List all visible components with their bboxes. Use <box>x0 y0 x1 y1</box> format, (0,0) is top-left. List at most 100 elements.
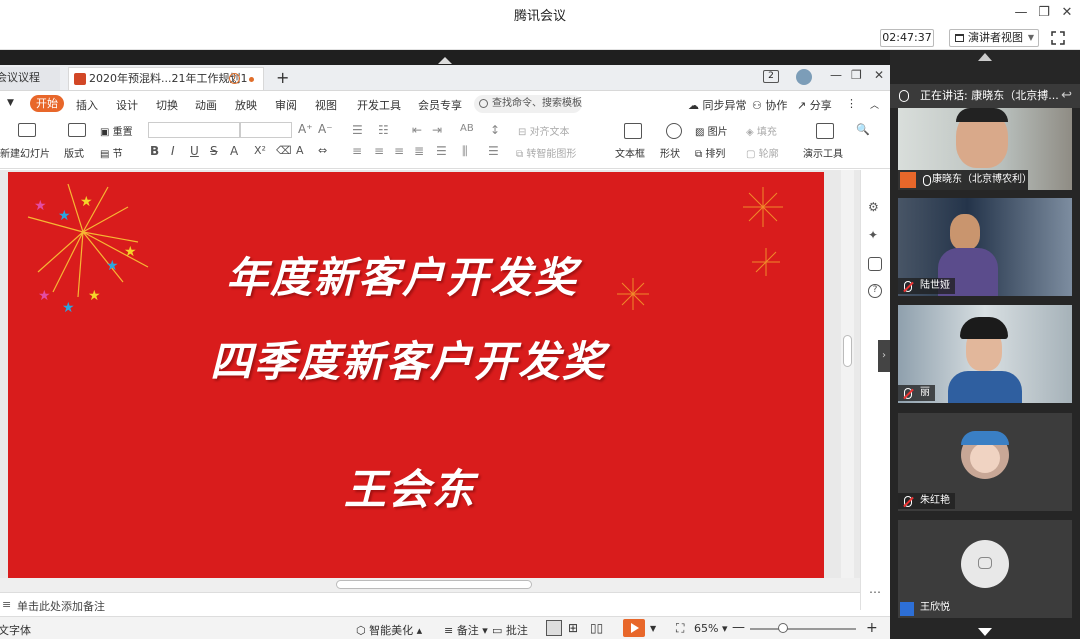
menu-transitions[interactable]: 切换 <box>156 97 178 113</box>
outline-button[interactable]: ▢ 轮廓 <box>746 145 779 160</box>
indent-icon[interactable]: ⇤ <box>412 123 422 137</box>
presenter-tools-button[interactable]: 演示工具 <box>803 145 843 160</box>
section-button[interactable]: ▤ 节 <box>100 145 123 160</box>
more-icon[interactable]: ⋯ <box>869 585 881 599</box>
align-text-button[interactable]: ⊟ 对齐文本 <box>518 123 570 138</box>
restore-button[interactable]: ❐ <box>1035 4 1053 22</box>
distribute-icon[interactable]: ☰ <box>436 144 447 158</box>
add-tab-button[interactable]: + <box>276 68 289 87</box>
new-slide-button[interactable]: 新建幻灯片 <box>0 145 50 160</box>
new-slide-icon[interactable] <box>18 123 36 137</box>
command-search[interactable]: 查找命令、搜索模板 <box>474 95 582 113</box>
line-spacing-icon[interactable]: ↕ <box>490 123 500 137</box>
underline-icon[interactable]: U <box>190 144 199 158</box>
wps-restore-button[interactable]: ❐ <box>851 68 862 82</box>
zoom-slider[interactable] <box>750 628 856 630</box>
align-right-icon[interactable]: ≡ <box>394 144 404 158</box>
wps-close-button[interactable]: ✕ <box>874 68 884 82</box>
number-list-icon[interactable]: ☷ <box>378 123 389 137</box>
justify-icon[interactable]: ≣ <box>414 144 424 158</box>
font-size-select[interactable] <box>240 122 292 138</box>
tab-current-presentation[interactable]: 2020年预混料...21年工作规划1 ! <box>68 67 264 90</box>
presenter-view-dropdown[interactable]: 演讲者视图 ▼ <box>949 29 1039 47</box>
font-name-select[interactable] <box>148 122 240 138</box>
beautify-button[interactable]: ⬡ 智能美化 ▴ <box>356 622 422 638</box>
fit-window-icon[interactable]: ⛶ <box>676 621 684 636</box>
fullscreen-icon[interactable] <box>1051 31 1065 45</box>
shape-button[interactable]: 形状 <box>660 145 680 160</box>
notes-toggle-icon[interactable]: ≡ <box>2 598 11 611</box>
menu-toggle-icon[interactable]: ▼ <box>7 98 14 108</box>
window-count-badge[interactable]: 2 <box>763 70 779 83</box>
zoom-out-button[interactable]: — <box>732 620 745 635</box>
menu-review[interactable]: 审阅 <box>275 97 297 113</box>
decrease-font-icon[interactable]: A⁻ <box>318 122 333 136</box>
wps-minimize-button[interactable]: — <box>830 68 842 82</box>
menu-view[interactable]: 视图 <box>315 97 337 113</box>
more-menu-icon[interactable]: ⋮ <box>846 97 857 110</box>
help-icon[interactable]: ? <box>868 284 882 298</box>
tab-agenda[interactable]: 会议议程 <box>0 67 60 90</box>
superscript-icon[interactable]: X² <box>254 144 266 157</box>
play-options-chevron-icon[interactable]: ▼ <box>650 624 656 633</box>
vertical-scroll-thumb[interactable] <box>843 335 852 367</box>
columns-icon[interactable]: ⫼ <box>462 144 468 159</box>
menu-member[interactable]: 会员专享 <box>418 97 462 113</box>
horizontal-scroll-thumb[interactable] <box>336 580 532 589</box>
bold-icon[interactable]: B <box>150 144 159 158</box>
strikethrough-icon[interactable]: S <box>210 144 218 158</box>
collapse-ribbon-icon[interactable]: ︿ <box>870 98 879 111</box>
char-spacing-icon[interactable]: ⇔ <box>318 144 327 157</box>
zoom-level[interactable]: 65% ▾ <box>694 622 727 635</box>
fill-button[interactable]: ◈ 填充 <box>746 123 777 138</box>
clear-format-icon[interactable]: ⌫ <box>276 144 292 157</box>
presenter-tools-icon[interactable] <box>816 123 834 139</box>
sync-status-button[interactable]: ☁ 同步异常 <box>688 97 747 113</box>
close-button[interactable]: ✕ <box>1058 4 1076 22</box>
notes-button[interactable]: ≡ 备注 ▾ <box>444 622 488 638</box>
menu-design[interactable]: 设计 <box>116 97 138 113</box>
paragraph-icon[interactable]: ☰ <box>488 144 499 158</box>
user-avatar[interactable] <box>796 69 812 85</box>
menu-start[interactable]: 开始 <box>30 95 64 112</box>
vertical-scrollbar[interactable] <box>841 170 854 585</box>
participant-video-tile[interactable]: 丽 <box>898 305 1072 403</box>
bullet-list-icon[interactable]: ☰ <box>352 123 363 137</box>
horizontal-scrollbar[interactable] <box>0 578 860 592</box>
menu-animations[interactable]: 动画 <box>195 97 217 113</box>
settings-sliders-icon[interactable]: ⚙ <box>868 200 882 214</box>
collaborate-button[interactable]: ⚇ 协作 <box>752 97 787 113</box>
smart-shape-button[interactable]: ⧉ 转智能图形 <box>516 145 576 160</box>
share-button[interactable]: ↗ 分享 <box>797 97 832 113</box>
copy-icon[interactable] <box>868 257 882 271</box>
reading-view-icon[interactable]: ▯▯ <box>590 621 603 635</box>
scroll-up-arrow-icon[interactable] <box>978 53 992 61</box>
text-direction-icon[interactable]: AB <box>460 123 474 134</box>
align-left-icon[interactable]: ≡ <box>352 144 362 158</box>
arrange-button[interactable]: ⧉ 排列 <box>695 145 725 160</box>
participant-video-tile[interactable]: 陆世娅 <box>898 198 1072 296</box>
participant-video-tile[interactable]: 康晓东（北京博农利） <box>898 108 1072 190</box>
participant-avatar-tile[interactable]: 朱红艳 <box>898 413 1072 511</box>
zoom-in-button[interactable]: + <box>866 620 878 636</box>
normal-view-icon[interactable] <box>546 620 562 636</box>
menu-slideshow[interactable]: 放映 <box>235 97 257 113</box>
slide-canvas[interactable]: ★ ★ ★ ★ ★ ★ ★ ★ 年度新客户开发奖 四季度新客户开发奖 王会东 <box>8 172 824 579</box>
align-center-icon[interactable]: ≡ <box>374 144 384 158</box>
find-icon[interactable]: 🔍 <box>856 123 870 136</box>
outdent-icon[interactable]: ⇥ <box>432 123 442 137</box>
collapse-panel-handle[interactable]: › <box>878 340 890 372</box>
back-icon[interactable]: ↩ <box>1061 84 1072 108</box>
picture-button[interactable]: ▨ 图片 <box>695 123 728 138</box>
zoom-slider-handle[interactable] <box>778 623 788 633</box>
italic-icon[interactable]: I <box>171 144 175 158</box>
menu-insert[interactable]: 插入 <box>76 97 98 113</box>
increase-font-icon[interactable]: A⁺ <box>298 122 313 136</box>
shape-icon[interactable] <box>666 123 682 139</box>
participant-avatar-tile[interactable]: 王欣悦 <box>898 520 1072 618</box>
scroll-down-arrow-icon[interactable] <box>978 628 992 636</box>
text-highlight-icon[interactable]: A <box>296 144 304 157</box>
menu-developer[interactable]: 开发工具 <box>357 97 401 113</box>
reset-button[interactable]: ▣ 重置 <box>100 123 133 138</box>
textbox-button[interactable]: 文本框 <box>615 145 645 160</box>
